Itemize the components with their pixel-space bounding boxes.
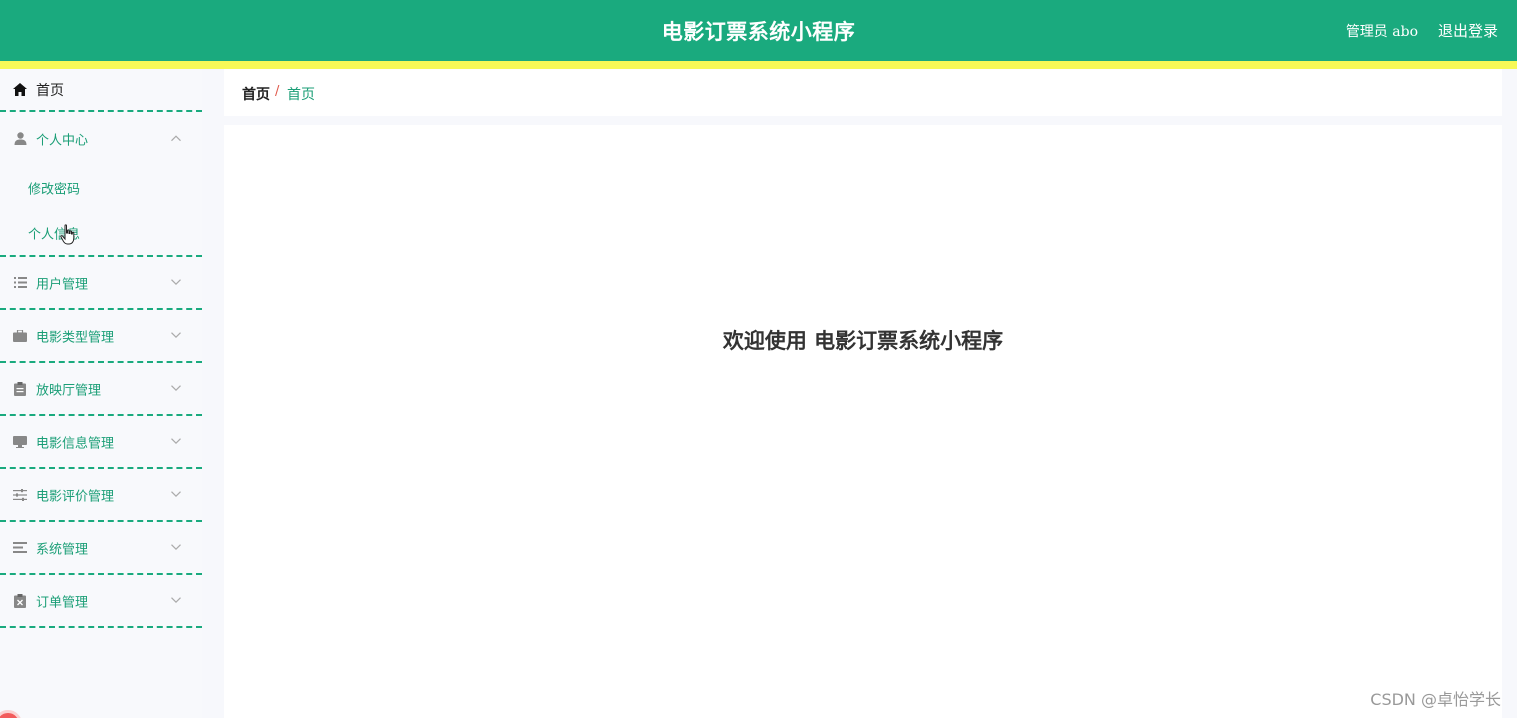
- sidebar-item-label: 系统管理: [36, 542, 89, 557]
- sidebar-item-label: 电影评价管理: [36, 489, 115, 504]
- home-icon: [13, 83, 27, 97]
- sidebar-item-label: 订单管理: [36, 595, 89, 610]
- chevron-down-icon: [171, 384, 181, 391]
- sidebar-item-halls[interactable]: 放映厅管理: [0, 363, 202, 416]
- clipboard-icon: [13, 381, 27, 396]
- main-content: 欢迎使用 电影订票系统小程序: [224, 125, 1502, 718]
- sidebar-group-personal: 个人中心 修改密码 个人信息: [0, 112, 202, 257]
- welcome-message: 欢迎使用 电影订票系统小程序: [722, 329, 1004, 353]
- app-title: 电影订票系统小程序: [661, 20, 856, 44]
- hand-cursor-icon: [60, 224, 75, 245]
- chevron-down-icon: [171, 331, 181, 338]
- sliders-icon: [13, 488, 27, 502]
- sidebar-subitem-label: 修改密码: [28, 182, 81, 197]
- sidebar: 首页 个人中心 修改密码 个人信息 用户管理 电影类型管理 放映厅管理 电影信息…: [0, 69, 202, 718]
- accent-bar: [0, 61, 1517, 69]
- sidebar-item-movies[interactable]: 电影信息管理: [0, 416, 202, 469]
- sidebar-item-label: 首页: [36, 82, 64, 99]
- sidebar-item-home[interactable]: 首页: [0, 69, 202, 112]
- chevron-down-icon: [171, 543, 181, 550]
- sidebar-item-reviews[interactable]: 电影评价管理: [0, 469, 202, 522]
- user-icon: [13, 132, 27, 146]
- sidebar-item-label: 电影信息管理: [36, 436, 115, 451]
- breadcrumb-separator: /: [275, 84, 280, 99]
- sidebar-subitem-profile[interactable]: 个人信息: [0, 210, 202, 255]
- current-user: 管理员 abo: [1345, 24, 1418, 40]
- watermark: CSDN @卓怡学长: [1370, 690, 1501, 709]
- breadcrumb: 首页 / 首页: [224, 69, 1502, 116]
- sidebar-item-orders[interactable]: 订单管理: [0, 575, 202, 628]
- logout-button[interactable]: 退出登录: [1438, 20, 1498, 41]
- monitor-icon: [13, 435, 27, 449]
- clipboard-x-icon: [13, 593, 27, 608]
- sidebar-item-users[interactable]: 用户管理: [0, 257, 202, 310]
- sidebar-item-movie-types[interactable]: 电影类型管理: [0, 310, 202, 363]
- sidebar-item-label: 电影类型管理: [36, 330, 115, 345]
- briefcase-icon: [13, 329, 27, 343]
- sidebar-item-label: 个人中心: [36, 133, 89, 148]
- menu-icon: [13, 541, 27, 555]
- chevron-up-icon: [171, 134, 181, 141]
- sidebar-item-personal[interactable]: 个人中心: [0, 112, 202, 165]
- chevron-down-icon: [171, 490, 181, 497]
- list-icon: [13, 276, 27, 290]
- sidebar-item-system[interactable]: 系统管理: [0, 522, 202, 575]
- top-header: 电影订票系统小程序 管理员 abo 退出登录: [0, 0, 1517, 61]
- breadcrumb-current: 首页: [287, 87, 315, 103]
- chevron-down-icon: [171, 278, 181, 285]
- sidebar-subitem-change-password[interactable]: 修改密码: [0, 165, 202, 210]
- chevron-down-icon: [171, 437, 181, 444]
- chevron-down-icon: [171, 596, 181, 603]
- breadcrumb-root[interactable]: 首页: [242, 84, 270, 104]
- sidebar-item-label: 用户管理: [36, 277, 89, 292]
- sidebar-item-label: 放映厅管理: [36, 383, 102, 398]
